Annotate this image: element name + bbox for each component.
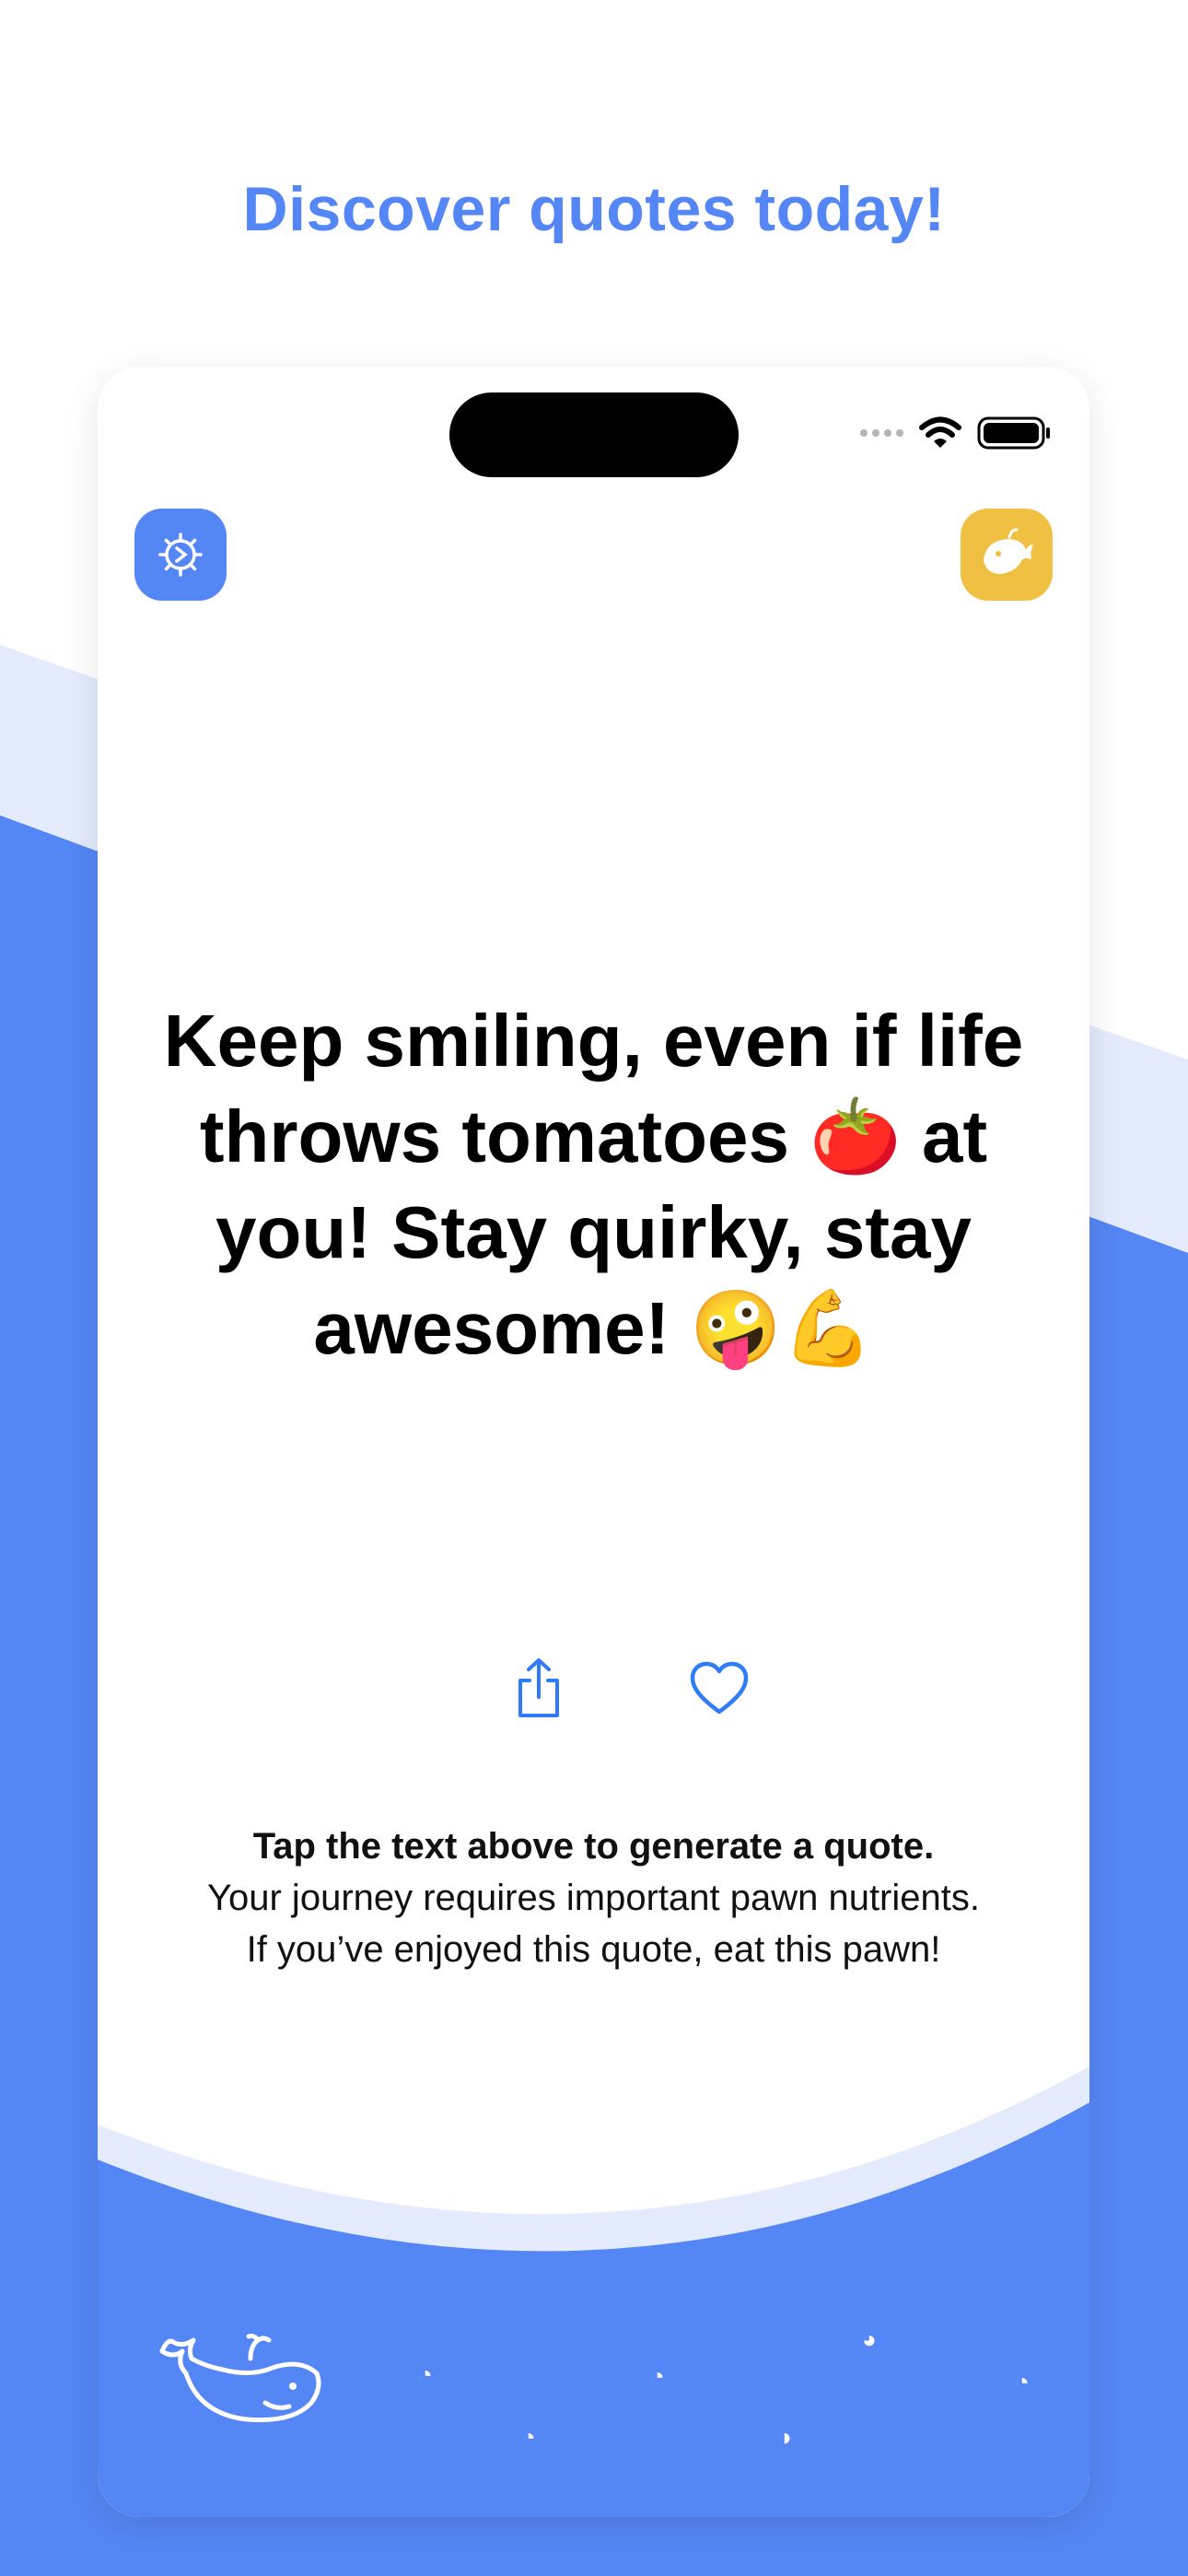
settings-button[interactable] (134, 509, 227, 601)
hint-text: Tap the text above to generate a quote. … (199, 1821, 988, 1975)
mini-whale-icon: ◑ (777, 2423, 792, 2451)
mini-whale-icon: ◔ (650, 2362, 665, 2390)
quote-actions (98, 1647, 1089, 1730)
heart-icon (690, 1661, 749, 1715)
quote-text[interactable]: Keep smiling, even if life throws tomato… (134, 993, 1053, 1376)
wifi-icon (919, 416, 961, 448)
dynamic-island (449, 392, 739, 477)
status-bar (860, 415, 1051, 451)
share-button[interactable] (497, 1647, 580, 1730)
battery-icon (977, 416, 1050, 450)
signal-dots-icon (860, 429, 903, 437)
hint-body: Your journey requires important pawn nut… (207, 1878, 980, 1970)
hint-title: Tap the text above to generate a quote. (252, 1826, 935, 1867)
page-headline: Discover quotes today! (242, 174, 946, 244)
mini-whale-icon: ◔ (1015, 2368, 1030, 2395)
mini-whale-icon: ◔ (521, 2423, 536, 2451)
share-icon (518, 1658, 559, 1717)
mascot-button[interactable] (961, 509, 1053, 601)
phone-screen: Keep smiling, even if life throws tomato… (98, 367, 1089, 2517)
gear-icon (158, 533, 203, 577)
whale-outline-icon (159, 2334, 321, 2423)
whale-icon (984, 528, 1033, 574)
mini-whale-icon: ◔ (418, 2360, 433, 2388)
favorite-button[interactable] (678, 1647, 761, 1730)
phone-bottom-waves (98, 2067, 1089, 2517)
mini-whale-icon: ◕ (862, 2325, 877, 2353)
